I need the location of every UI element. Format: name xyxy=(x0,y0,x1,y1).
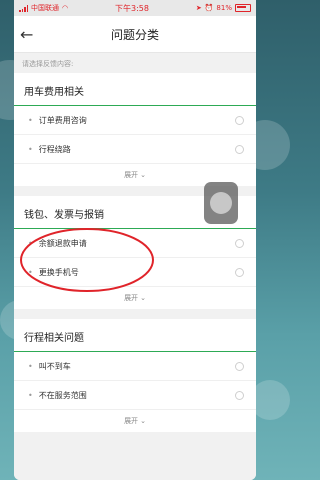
bullet-icon: • xyxy=(28,361,33,371)
expand-label: 展开 xyxy=(124,417,139,425)
item-label: 不在服务范围 xyxy=(38,390,87,400)
section-card-fees: 用车费用相关 • 订单费用咨询 • 行程绕路 展开 ⌄ xyxy=(14,73,256,186)
radio-button[interactable] xyxy=(235,361,244,371)
hint-text: 请选择反馈内容: xyxy=(22,60,74,68)
radio-button[interactable] xyxy=(235,390,244,400)
wifi-icon: ◠ xyxy=(62,4,69,12)
expand-label: 展开 xyxy=(124,171,139,179)
chevron-down-icon: ⌄ xyxy=(140,294,146,302)
bullet-icon: • xyxy=(28,144,33,154)
chevron-down-icon: ⌄ xyxy=(140,417,146,425)
back-arrow-icon[interactable]: ← xyxy=(20,25,33,44)
header: ← 问题分类 xyxy=(14,16,256,53)
item-label: 订单费用咨询 xyxy=(38,115,87,125)
expand-label: 展开 xyxy=(124,294,139,302)
item-label: 行程绕路 xyxy=(38,144,71,154)
carrier-label: 中国联通 xyxy=(31,4,59,12)
list-item[interactable]: • 订单费用咨询 xyxy=(14,106,256,135)
battery-percent: 81% xyxy=(216,4,232,12)
radio-button[interactable] xyxy=(235,238,244,248)
radio-button[interactable] xyxy=(235,115,244,125)
item-label: 叫不到车 xyxy=(38,361,71,371)
list-item[interactable]: • 行程绕路 xyxy=(14,135,256,164)
list-item[interactable]: • 不在服务范围 xyxy=(14,381,256,410)
assistive-touch-icon xyxy=(210,192,232,214)
expand-button[interactable]: 展开 ⌄ xyxy=(14,410,256,432)
section-card-trip: 行程相关问题 • 叫不到车 • 不在服务范围 展开 ⌄ xyxy=(14,319,256,432)
list-item[interactable]: • 叫不到车 xyxy=(14,352,256,381)
battery-icon xyxy=(234,4,251,12)
alarm-icon: ⏰ xyxy=(204,4,214,12)
signal-icon xyxy=(19,4,28,12)
radio-button[interactable] xyxy=(235,144,244,154)
status-bar: 中国联通 ◠ 下午3:58 ➤ ⏰ 81% xyxy=(14,0,256,16)
section-title: 用车费用相关 xyxy=(14,73,256,106)
bullet-icon: • xyxy=(28,115,33,125)
chevron-down-icon: ⌄ xyxy=(140,171,146,179)
page-title: 问题分类 xyxy=(110,27,159,42)
radio-button[interactable] xyxy=(235,267,244,277)
bullet-icon: • xyxy=(28,390,33,400)
assistive-touch-button[interactable] xyxy=(204,182,238,224)
location-icon: ➤ xyxy=(195,4,202,12)
red-circle-annotation xyxy=(20,228,154,292)
section-title: 行程相关问题 xyxy=(14,319,256,352)
status-time: 下午3:58 xyxy=(114,3,149,13)
